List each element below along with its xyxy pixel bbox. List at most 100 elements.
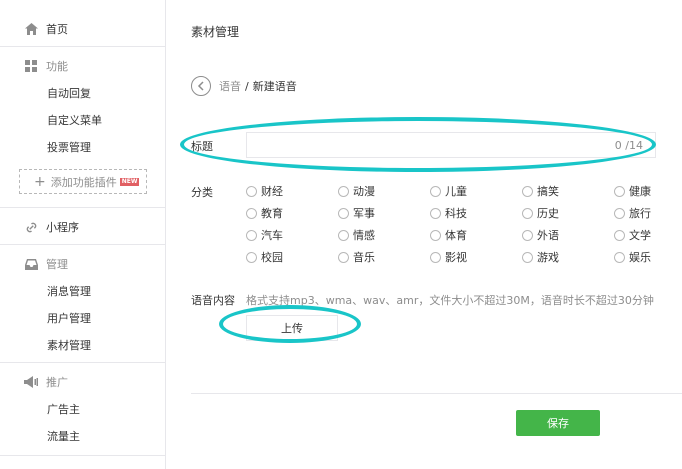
radio-circle-icon[interactable] [246,207,257,219]
category-radio-label: 汽车 [261,229,283,242]
sidebar-divider [0,207,166,208]
title-input[interactable]: 0 /14 [246,132,656,158]
category-radio[interactable]: 搞笑 [522,183,559,199]
radio-circle-icon[interactable] [614,185,625,197]
category-radio-label: 动漫 [353,185,375,198]
title-field-label: 标题 [191,140,213,153]
sidebar-item-label: 用户管理 [47,312,91,325]
category-radio[interactable]: 健康 [614,183,651,199]
radio-circle-icon[interactable] [614,229,625,241]
category-radio[interactable]: 教育 [246,205,283,221]
sidebar-divider [0,362,166,363]
category-radio[interactable]: 动漫 [338,183,375,199]
sidebar-item-label: 素材管理 [47,339,91,352]
category-radio-label: 情感 [353,229,375,242]
sidebar-item-vote-manage[interactable]: 投票管理 [0,134,166,160]
radio-circle-icon[interactable] [430,207,441,219]
category-radio-label: 文学 [629,229,651,242]
sidebar-item-label: 消息管理 [47,285,91,298]
category-radio[interactable]: 外语 [522,227,559,243]
category-radio[interactable]: 旅行 [614,205,651,221]
sidebar-section-label: 管理 [46,258,68,271]
category-radio[interactable]: 汽车 [246,227,283,243]
sidebar-section-label: 推广 [46,376,68,389]
breadcrumb-separator: / [245,79,249,93]
sidebar-item-traffic-owner[interactable]: 流量主 [0,423,166,449]
sidebar-section-features: 功能 [0,53,166,79]
category-radio[interactable]: 娱乐 [614,249,651,265]
sidebar-item-label: 广告主 [47,403,80,416]
category-radio-label: 搞笑 [537,185,559,198]
radio-circle-icon[interactable] [338,185,349,197]
sidebar-item-material-manage[interactable]: 素材管理 [0,332,166,358]
category-radio-label: 教育 [261,207,283,220]
sidebar: 首页 功能 自动回复 自定义菜单 投票管理 + 添加功能插件 NEW 小程序 管… [0,0,166,469]
add-plugin-label: 添加功能插件 [50,175,117,189]
page-title: 素材管理 [191,25,240,39]
save-button[interactable]: 保存 [516,410,600,436]
category-radio-label: 娱乐 [629,251,651,264]
category-radio[interactable]: 军事 [338,205,375,221]
category-radio[interactable]: 财经 [246,183,283,199]
sidebar-item-label: 自动回复 [47,87,91,100]
category-radio-label: 健康 [629,185,651,198]
category-radio[interactable]: 科技 [430,205,467,221]
radio-circle-icon[interactable] [522,207,533,219]
sidebar-item-label: 流量主 [47,430,80,443]
sidebar-item-custom-menu[interactable]: 自定义菜单 [0,107,166,133]
sidebar-item-label: 小程序 [46,221,79,234]
category-radio[interactable]: 校园 [246,249,283,265]
category-radio[interactable]: 游戏 [522,249,559,265]
radio-circle-icon[interactable] [522,251,533,263]
form-divider [191,393,682,394]
voice-format-hint: 格式支持mp3、wma、wav、amr，文件大小不超过30M，语音时长不超过30… [246,294,654,307]
megaphone-icon [24,375,38,389]
breadcrumb: 语音 / 新建语音 [191,76,297,96]
category-radio-label: 财经 [261,185,283,198]
grid-icon [24,59,38,73]
category-radio[interactable]: 儿童 [430,183,467,199]
sidebar-item-miniprogram[interactable]: 小程序 [0,214,166,240]
category-radio-label: 历史 [537,207,559,220]
category-radio-label: 影视 [445,251,467,264]
category-radio[interactable]: 体育 [430,227,467,243]
home-icon [24,22,38,36]
radio-circle-icon[interactable] [614,251,625,263]
radio-circle-icon[interactable] [338,207,349,219]
upload-button[interactable]: 上传 [246,315,338,341]
radio-circle-icon[interactable] [338,229,349,241]
add-plugin-button[interactable]: + 添加功能插件 NEW [19,169,147,194]
category-label: 分类 [191,186,213,199]
category-radio-label: 外语 [537,229,559,242]
radio-circle-icon[interactable] [614,207,625,219]
category-radio[interactable]: 影视 [430,249,467,265]
radio-circle-icon[interactable] [522,229,533,241]
inbox-icon [24,257,38,271]
sidebar-item-home[interactable]: 首页 [0,16,166,42]
category-radio[interactable]: 文学 [614,227,651,243]
plus-icon: + [34,173,46,190]
radio-circle-icon[interactable] [246,185,257,197]
category-radio[interactable]: 历史 [522,205,559,221]
category-radio[interactable]: 情感 [338,227,375,243]
radio-circle-icon[interactable] [430,251,441,263]
back-icon[interactable] [191,76,211,96]
sidebar-item-user-manage[interactable]: 用户管理 [0,305,166,331]
radio-circle-icon[interactable] [246,251,257,263]
radio-circle-icon[interactable] [430,229,441,241]
category-radio-label: 旅行 [629,207,651,220]
sidebar-item-advertiser[interactable]: 广告主 [0,396,166,422]
radio-circle-icon[interactable] [522,185,533,197]
category-radio[interactable]: 音乐 [338,249,375,265]
radio-circle-icon[interactable] [430,185,441,197]
sidebar-item-message-manage[interactable]: 消息管理 [0,278,166,304]
title-char-count: 0 /14 [614,139,643,152]
radio-circle-icon[interactable] [246,229,257,241]
sidebar-item-label: 自定义菜单 [47,114,102,127]
sidebar-item-auto-reply[interactable]: 自动回复 [0,80,166,106]
breadcrumb-parent[interactable]: 语音 [219,78,241,94]
category-radio-label: 军事 [353,207,375,220]
category-radio-label: 音乐 [353,251,375,264]
category-radio-label: 游戏 [537,251,559,264]
radio-circle-icon[interactable] [338,251,349,263]
